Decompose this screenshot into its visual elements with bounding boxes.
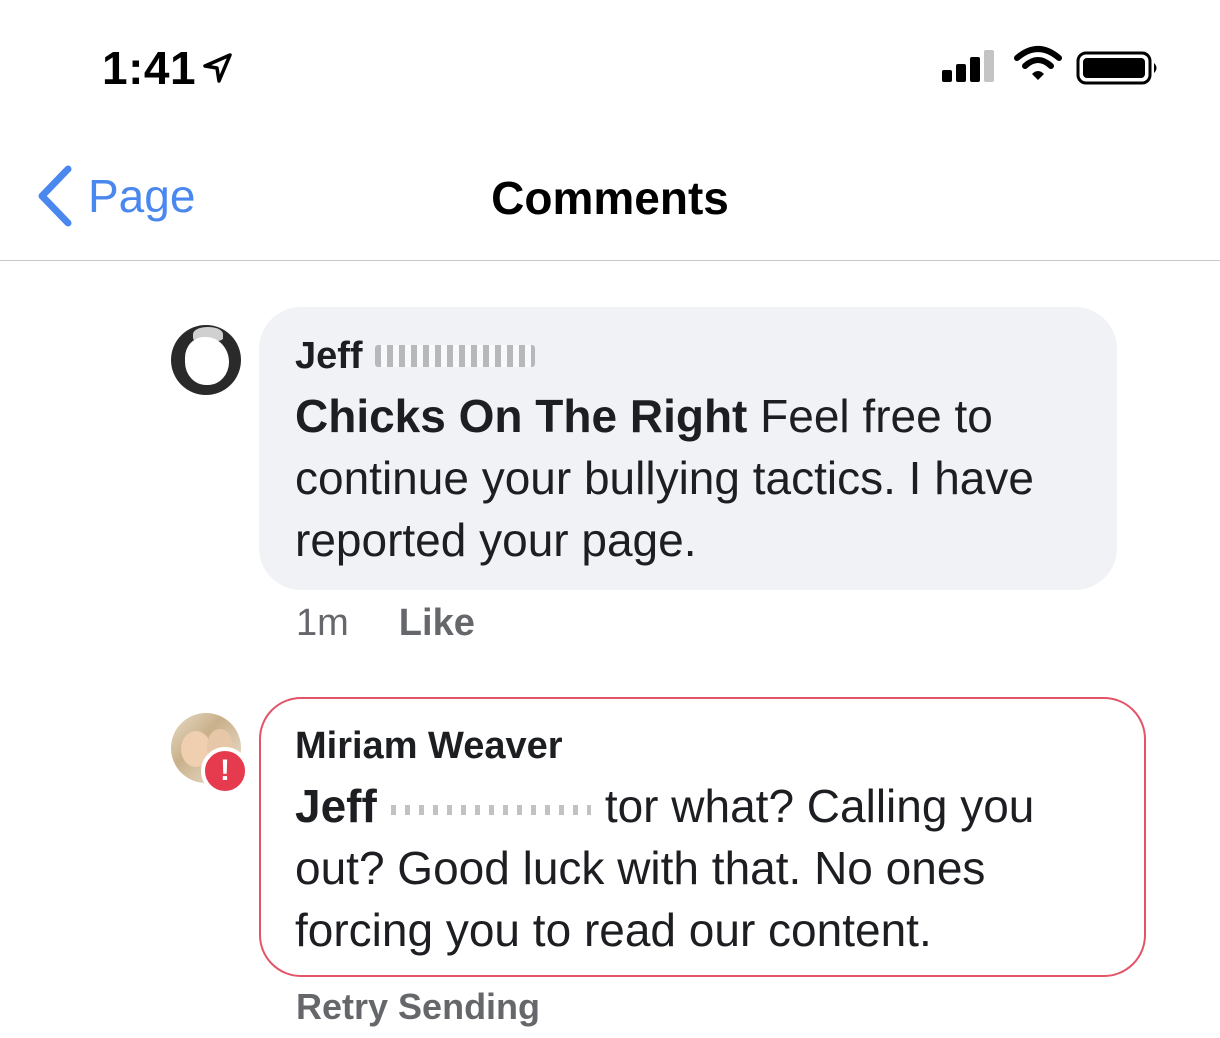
mention-link[interactable]: Chicks On The Right	[295, 390, 747, 442]
location-arrow-icon	[203, 53, 232, 83]
redacted-surname	[374, 345, 535, 367]
comment-meta: 1m Like	[296, 600, 475, 646]
wifi-icon	[1014, 46, 1062, 80]
avatar[interactable]	[171, 325, 241, 395]
comment-timestamp: 1m	[296, 602, 349, 644]
comment-text: Jeff tor what? Calling you out? Good luck…	[295, 775, 1110, 961]
mention-link[interactable]: Jeff	[295, 780, 377, 832]
like-button[interactable]: Like	[399, 600, 475, 646]
retry-sending-button[interactable]: Retry Sending	[296, 985, 540, 1029]
comment-text: Chicks On The Right Feel free to continu…	[295, 385, 1081, 571]
comment-bubble[interactable]: Jeff Chicks On The Right Feel free to co…	[259, 307, 1117, 590]
comment-author[interactable]: Miriam Weaver	[295, 723, 1110, 769]
page-title: Comments	[491, 172, 729, 224]
status-time: 1:41	[102, 42, 197, 94]
avatar-redaction	[185, 337, 229, 385]
author-name: Jeff	[295, 335, 363, 377]
error-icon: !	[201, 747, 249, 795]
battery-icon	[1076, 51, 1157, 85]
author-name: Miriam Weaver	[295, 725, 563, 767]
status-bar: 1:41	[0, 0, 1220, 130]
nav-bar: Page Comments	[0, 140, 1220, 261]
redacted-surname	[390, 804, 591, 815]
cellular-signal-icon	[942, 50, 994, 82]
failed-comment-bubble[interactable]: Miriam Weaver Jeff tor what? Calling you …	[259, 697, 1146, 977]
comment-author[interactable]: Jeff	[295, 333, 1081, 379]
